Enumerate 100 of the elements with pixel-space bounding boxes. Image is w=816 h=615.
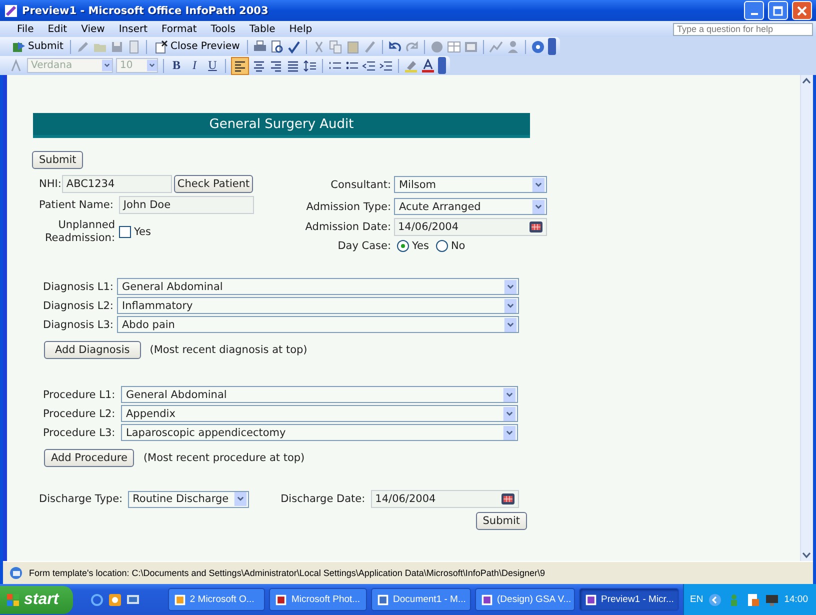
field-label: Consultant:: [330, 178, 391, 190]
minimize-button[interactable]: [744, 1, 764, 20]
form-icon: [9, 566, 23, 580]
window-icon: [377, 594, 390, 606]
field-label: Procedure L3:: [43, 426, 116, 438]
dropdown-field[interactable]: Milsom: [394, 176, 547, 193]
field-label: Procedure L2:: [43, 408, 116, 420]
undo-icon[interactable]: [388, 40, 402, 54]
menu-item[interactable]: Table: [242, 24, 282, 34]
field-label: Day Case:: [336, 240, 391, 252]
app-icon: [4, 4, 18, 18]
input-field[interactable]: ABC1234: [62, 175, 172, 193]
toolbar-options-button[interactable]: [548, 38, 556, 55]
field-label: Diagnosis L1:: [43, 280, 114, 292]
field-label: Admission Date:: [304, 221, 391, 233]
date-field[interactable]: 14/06/2004: [394, 218, 547, 236]
close-preview-icon: [154, 40, 168, 54]
checkbox[interactable]: [119, 226, 131, 238]
menu-item[interactable]: View: [74, 24, 112, 34]
printer-icon[interactable]: [252, 40, 267, 54]
help-search-field[interactable]: Type a question for help: [673, 22, 813, 36]
submit-button[interactable]: Submit: [32, 151, 84, 169]
menu-item[interactable]: File: [10, 24, 41, 34]
field-label: NHI:: [39, 178, 62, 190]
line-spacing-icon[interactable]: [303, 58, 317, 72]
add-procedure-button[interactable]: Add Procedure: [44, 449, 134, 467]
field-label: Unplanned Readmission:: [44, 219, 115, 245]
taskbar-button[interactable]: (Design) GSA V...: [475, 588, 576, 611]
print-preview-icon[interactable]: [270, 40, 284, 54]
submit-button[interactable]: Submit: [476, 512, 527, 530]
field-label: Patient Name:: [39, 199, 114, 211]
close-icon: [797, 6, 807, 16]
menu-item[interactable]: Tools: [204, 24, 242, 34]
date-field[interactable]: 14/06/2004: [371, 490, 520, 508]
dropdown-field[interactable]: Routine Discharge: [128, 490, 249, 508]
clipboard-icon[interactable]: [346, 40, 360, 54]
radio-button[interactable]: [436, 240, 448, 252]
indent-icon[interactable]: [379, 58, 393, 72]
font-color-icon[interactable]: [421, 58, 435, 72]
dropdown-field[interactable]: Laparoscopic appendicectomy: [121, 424, 518, 441]
dropdown-field[interactable]: Inflammatory: [117, 297, 519, 314]
italic-button[interactable]: I: [187, 58, 202, 73]
align-center-icon[interactable]: [252, 58, 266, 72]
bold-button[interactable]: B: [169, 58, 184, 73]
align-left-icon[interactable]: [231, 56, 249, 74]
calendar-icon[interactable]: [529, 221, 543, 233]
menu-item[interactable]: Format: [154, 24, 204, 34]
dropdown-field[interactable]: Abdo pain: [117, 316, 519, 333]
windows-flag-icon: [6, 592, 20, 606]
underline-button[interactable]: U: [205, 58, 220, 73]
submit-icon: [12, 40, 26, 54]
field-label: Discharge Date:: [280, 493, 366, 505]
spelling-icon[interactable]: [286, 40, 301, 54]
close-preview-button[interactable]: Close Preview: [152, 40, 242, 54]
align-right-icon[interactable]: [269, 58, 283, 72]
field-label: Diagnosis L3:: [43, 318, 114, 330]
taskbar-button[interactable]: Document1 - M...: [371, 588, 472, 611]
dropdown-field[interactable]: Acute Arranged: [394, 198, 547, 215]
dropdown-field[interactable]: Appendix: [121, 405, 518, 422]
radio-label: Yes: [412, 240, 429, 252]
field-label: Discharge Type:: [39, 493, 123, 505]
media-player-icon[interactable]: [108, 592, 122, 606]
radio-label: No: [450, 240, 466, 252]
field-label: Diagnosis L2:: [43, 300, 114, 312]
submit-toolbar-button[interactable]: Submit: [10, 40, 66, 54]
tray-monitor-icon[interactable]: [765, 592, 780, 606]
input-field[interactable]: John Doe: [119, 196, 254, 214]
browser-icon[interactable]: [90, 592, 104, 606]
window-title: Preview1 - Microsoft Office InfoPath 2003: [22, 4, 270, 16]
taskbar-button[interactable]: Microsoft Phot...: [269, 588, 368, 611]
radio-button[interactable]: [397, 240, 409, 252]
menu-item[interactable]: Help: [282, 24, 320, 34]
window-icon: [481, 594, 494, 606]
tray-document-icon[interactable]: [746, 592, 760, 606]
menu-item[interactable]: Insert: [112, 24, 155, 34]
maximize-button[interactable]: [768, 1, 788, 20]
hint-text: (Most recent procedure at top): [143, 452, 305, 464]
calendar-icon[interactable]: [501, 493, 516, 505]
check-patient-button[interactable]: Check Patient: [174, 175, 253, 193]
window-icon: [275, 594, 288, 606]
clock: 14:00: [784, 594, 808, 605]
scrollbar[interactable]: [800, 75, 813, 561]
dropdown-field[interactable]: General Abdominal: [121, 386, 518, 403]
help-icon[interactable]: [530, 40, 545, 54]
desktop-icon[interactable]: [126, 592, 140, 606]
status-text: Form template's location: C:\Documents and Settings\Administrator\Local Settings\Application Data\Microsoft\InfoPath\Designer\9: [29, 568, 545, 578]
close-button[interactable]: [792, 1, 812, 20]
add-diagnosis-button[interactable]: Add Diagnosis: [44, 341, 141, 359]
taskbar-button[interactable]: Preview1 - Micr...: [579, 588, 680, 611]
checkbox-label: Yes: [134, 226, 151, 238]
minimize-icon: [750, 12, 758, 14]
dropdown-field[interactable]: General Abdominal: [117, 278, 519, 295]
menu-item[interactable]: Edit: [40, 24, 74, 34]
justify-icon[interactable]: [286, 58, 300, 72]
hint-text: (Most recent diagnosis at top): [150, 344, 308, 356]
outdent-icon[interactable]: [362, 58, 376, 72]
form-heading: General Surgery Audit: [33, 113, 530, 138]
taskbar-button[interactable]: 2 Microsoft O...: [168, 588, 266, 611]
field-label: Procedure L1:: [43, 388, 116, 400]
window-icon: [174, 594, 186, 606]
